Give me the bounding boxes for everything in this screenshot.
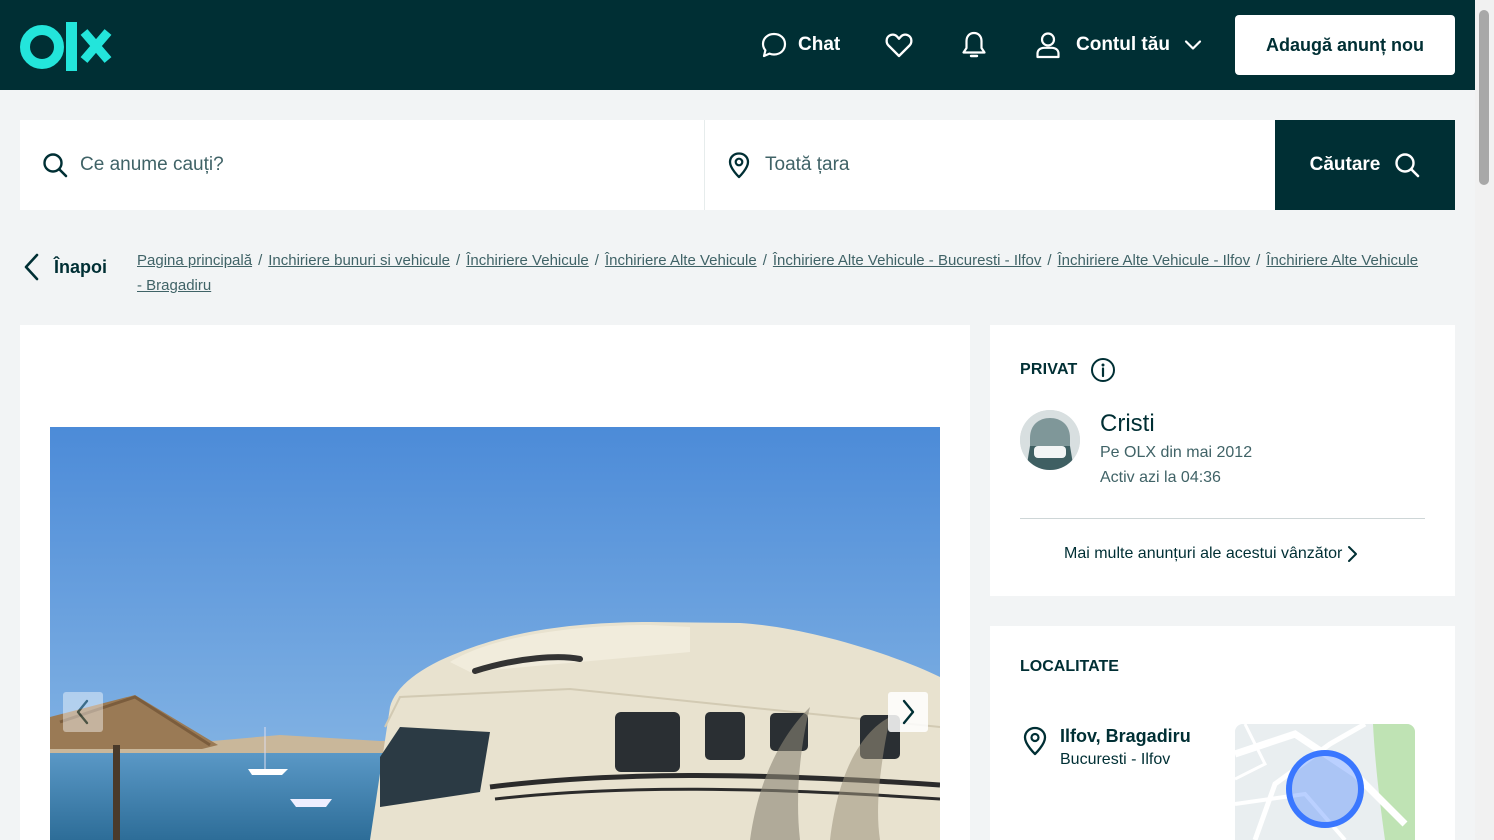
heart-icon <box>885 33 913 58</box>
breadcrumb-link[interactable]: Inchiriere bunuri si vehicule <box>268 252 450 269</box>
olx-logo[interactable] <box>20 22 112 72</box>
previous-photo-button[interactable] <box>63 692 103 732</box>
seller-type-label: PRIVAT <box>1020 361 1078 378</box>
chevron-right-icon <box>1348 546 1358 562</box>
breadcrumb-link[interactable]: Închiriere Vehicule <box>466 252 589 269</box>
chat-link[interactable]: Chat <box>760 0 840 90</box>
info-icon[interactable] <box>1090 357 1116 383</box>
location-input[interactable]: Toată țara <box>705 120 1275 210</box>
page-scrollbar[interactable] <box>1475 0 1494 840</box>
chevron-left-icon <box>76 699 89 725</box>
photo-gallery <box>20 325 970 840</box>
location-map[interactable] <box>1235 724 1415 840</box>
location-pin-icon <box>1023 726 1047 756</box>
location-title: LOCALITATE <box>1020 658 1119 675</box>
breadcrumb: Pagina principală / Inchiriere bunuri si v… <box>137 252 1419 294</box>
scrollbar-thumb[interactable] <box>1479 10 1489 185</box>
chevron-down-icon <box>1184 40 1202 50</box>
seller-card: PRIVAT Cristi Pe OLX din mai 2012 Activ … <box>990 325 1455 596</box>
search-icon <box>43 153 68 178</box>
location-placeholder: Toată țara <box>765 154 850 175</box>
notifications-button[interactable] <box>960 0 988 90</box>
search-button[interactable]: Căutare <box>1275 120 1455 210</box>
seller-type: PRIVAT <box>1020 357 1116 383</box>
back-label: Înapoi <box>54 256 107 277</box>
location-region: Bucuresti - Ilfov <box>1060 751 1171 768</box>
search-bar: Ce anume cauți? Toată țara Căutare <box>20 120 1455 210</box>
seller-name: Cristi <box>1100 410 1155 437</box>
search-button-label: Căutare <box>1309 154 1381 175</box>
chat-label: Chat <box>798 34 841 55</box>
back-button[interactable]: Înapoi <box>22 252 107 282</box>
bell-icon <box>962 31 986 58</box>
account-menu[interactable]: Contul tău <box>1034 0 1202 90</box>
avatar <box>1020 410 1080 470</box>
breadcrumb-link[interactable]: Pagina principală <box>137 252 252 269</box>
seller-member-since: Pe OLX din mai 2012 <box>1100 444 1253 461</box>
breadcrumb-link[interactable]: Închiriere Alte Vehicule - Ilfov <box>1058 252 1251 269</box>
chevron-left-icon <box>24 253 39 281</box>
next-photo-button[interactable] <box>888 692 928 732</box>
user-icon <box>1036 32 1060 59</box>
listing-photo[interactable] <box>50 427 940 840</box>
breadcrumb-link[interactable]: Închiriere Alte Vehicule - Bucuresti - I… <box>773 252 1041 269</box>
top-navigation-bar: Chat Contul tău Adaugă anunț nou <box>0 0 1475 90</box>
breadcrumb-link[interactable]: Închiriere Alte Vehicule <box>605 252 757 269</box>
location-city: Ilfov, Bragadiru <box>1060 726 1191 746</box>
search-input[interactable]: Ce anume cauți? <box>20 120 705 210</box>
chevron-right-icon <box>902 699 915 725</box>
chat-icon <box>761 32 787 58</box>
more-seller-ads-label: Mai multe anunțuri ale acestui vânzător <box>1064 545 1343 562</box>
location-pin-icon <box>728 152 750 179</box>
location-card: LOCALITATE Ilfov, Bragadiru Bucuresti - … <box>990 626 1455 840</box>
search-placeholder: Ce anume cauți? <box>80 154 224 175</box>
more-seller-ads-link[interactable]: Mai multe anunțuri ale acestui vânzător <box>1064 545 1358 563</box>
seller-last-active: Activ azi la 04:36 <box>1100 469 1221 486</box>
account-label: Contul tău <box>1076 34 1170 55</box>
favorites-button[interactable] <box>884 0 914 90</box>
post-ad-button[interactable]: Adaugă anunț nou <box>1235 15 1455 75</box>
search-icon <box>1395 153 1420 178</box>
divider <box>1020 518 1425 519</box>
